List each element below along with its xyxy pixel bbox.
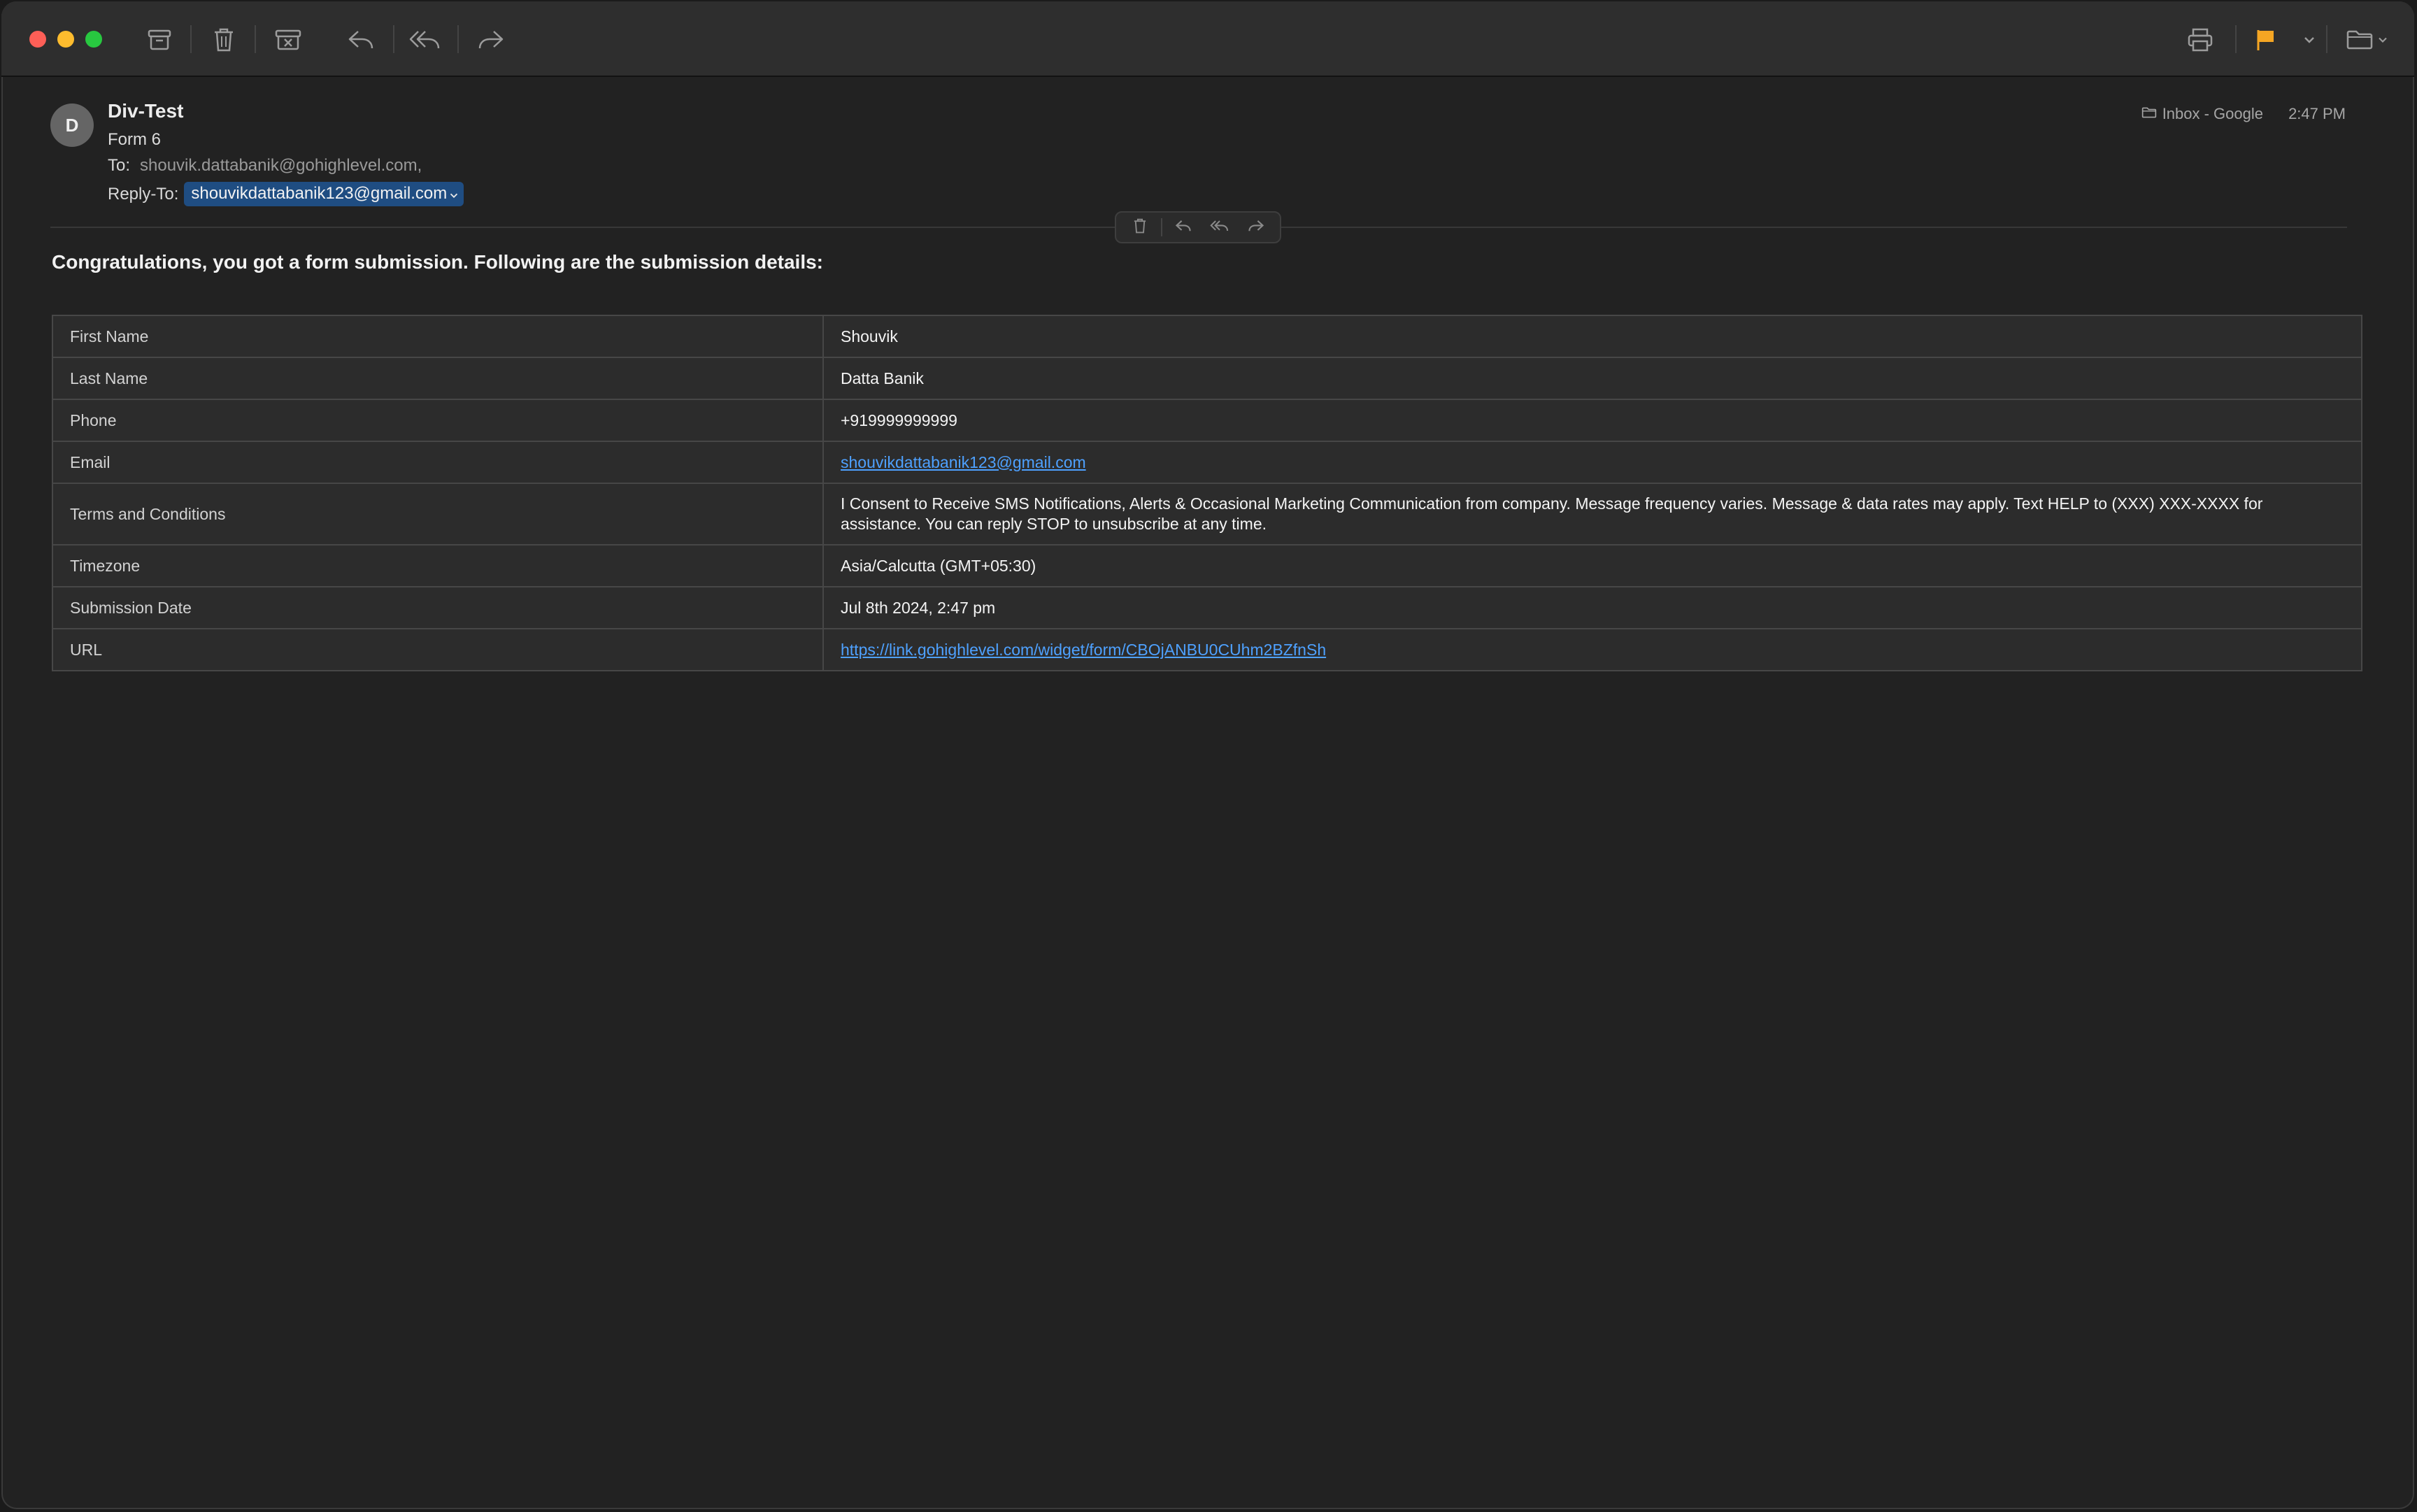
field-value: Jul 8th 2024, 2:47 pm [822, 586, 2362, 629]
field-value: Asia/Calcutta (GMT+05:30) [822, 544, 2362, 587]
chevron-down-icon [450, 184, 458, 204]
trash-icon [1133, 217, 1147, 238]
forward-button[interactable] [473, 22, 509, 57]
field-label: First Name [52, 315, 824, 358]
sender-name[interactable]: Div-Test [108, 100, 183, 122]
hover-reply-all-button[interactable] [1204, 214, 1235, 241]
reply-all-button[interactable] [407, 22, 443, 57]
to-address[interactable]: shouvik.dattabanik@gohighlevel.com, [140, 156, 422, 175]
reply-to-address-chip[interactable]: shouvikdattabanik123@gmail.com [184, 182, 464, 206]
zoom-window-button[interactable] [85, 31, 102, 48]
reply-to-address: shouvikdattabanik123@gmail.com [191, 184, 448, 203]
subject: Form 6 [108, 130, 162, 149]
print-button[interactable] [2182, 22, 2218, 57]
forward-icon [1248, 219, 1264, 236]
avatar: D [50, 104, 94, 147]
toolbar [1, 1, 2414, 77]
mail-window: D Div-Test Form 6 To: shouvik.dattabanik@… [1, 1, 2414, 1509]
flag-button[interactable] [2248, 22, 2284, 57]
print-icon [2187, 27, 2213, 52]
folder-icon [2141, 105, 2157, 123]
table-row: Phone +919999999999 [52, 399, 2362, 442]
field-value: Shouvik [822, 315, 2362, 358]
to-label: To: [108, 156, 131, 175]
move-to-folder-button[interactable] [2339, 22, 2395, 57]
trash-button[interactable] [206, 22, 242, 57]
junk-icon [275, 29, 301, 51]
field-label: Terms and Conditions [52, 483, 824, 545]
archive-button[interactable] [141, 22, 178, 57]
email-link[interactable]: shouvikdattabanik123@gmail.com [841, 453, 1086, 471]
url-link[interactable]: https://link.gohighlevel.com/widget/form… [841, 641, 1326, 659]
hover-reply-button[interactable] [1168, 214, 1199, 241]
field-label: Timezone [52, 544, 824, 587]
field-value: shouvikdattabanik123@gmail.com [822, 441, 2362, 484]
reply-all-icon [1210, 219, 1229, 236]
close-window-button[interactable] [29, 31, 46, 48]
field-label: Email [52, 441, 824, 484]
reply-all-icon [408, 29, 442, 51]
field-label: Submission Date [52, 586, 824, 629]
reply-to-label: Reply-To: [108, 184, 179, 204]
table-row: Terms and Conditions I Consent to Receiv… [52, 483, 2362, 545]
forward-icon [477, 29, 505, 51]
body-heading: Congratulations, you got a form submissi… [52, 251, 823, 273]
table-row: Last Name Datta Banik [52, 357, 2362, 400]
folder-icon [2346, 29, 2388, 51]
mailbox-name: Inbox - Google [2162, 105, 2263, 122]
reply-button[interactable] [343, 22, 379, 57]
message-hover-toolbar [1115, 211, 1281, 243]
junk-button[interactable] [270, 22, 306, 57]
trash-icon [213, 27, 235, 52]
received-time: 2:47 PM [2288, 105, 2346, 122]
field-value: +919999999999 [822, 399, 2362, 442]
reply-to-row: Reply-To: shouvikdattabanik123@gmail.com [108, 182, 464, 206]
hover-trash-button[interactable] [1125, 214, 1155, 241]
table-row: URL https://link.gohighlevel.com/widget/… [52, 628, 2362, 671]
chevron-down-icon [2304, 36, 2315, 44]
field-label: Phone [52, 399, 824, 442]
archive-icon [148, 29, 171, 51]
field-value: Datta Banik [822, 357, 2362, 400]
reply-icon [1175, 219, 1192, 236]
table-row: Submission Date Jul 8th 2024, 2:47 pm [52, 586, 2362, 629]
table-row: Email shouvikdattabanik123@gmail.com [52, 441, 2362, 484]
hover-forward-button[interactable] [1241, 214, 1271, 241]
minimize-window-button[interactable] [57, 31, 74, 48]
field-label: Last Name [52, 357, 824, 400]
field-label: URL [52, 628, 824, 671]
to-row: To: shouvik.dattabanik@gohighlevel.com, [108, 156, 422, 176]
flag-menu-button[interactable] [2293, 22, 2326, 57]
submission-details-table: First Name Shouvik Last Name Datta Banik… [52, 315, 2362, 671]
table-row: First Name Shouvik [52, 315, 2362, 358]
mailbox-label: Inbox - Google [2141, 105, 2263, 123]
reply-icon [347, 29, 375, 51]
field-value: https://link.gohighlevel.com/widget/form… [822, 628, 2362, 671]
field-value: I Consent to Receive SMS Notifications, … [822, 483, 2362, 545]
flag-icon [2255, 28, 2276, 52]
table-row: Timezone Asia/Calcutta (GMT+05:30) [52, 544, 2362, 587]
